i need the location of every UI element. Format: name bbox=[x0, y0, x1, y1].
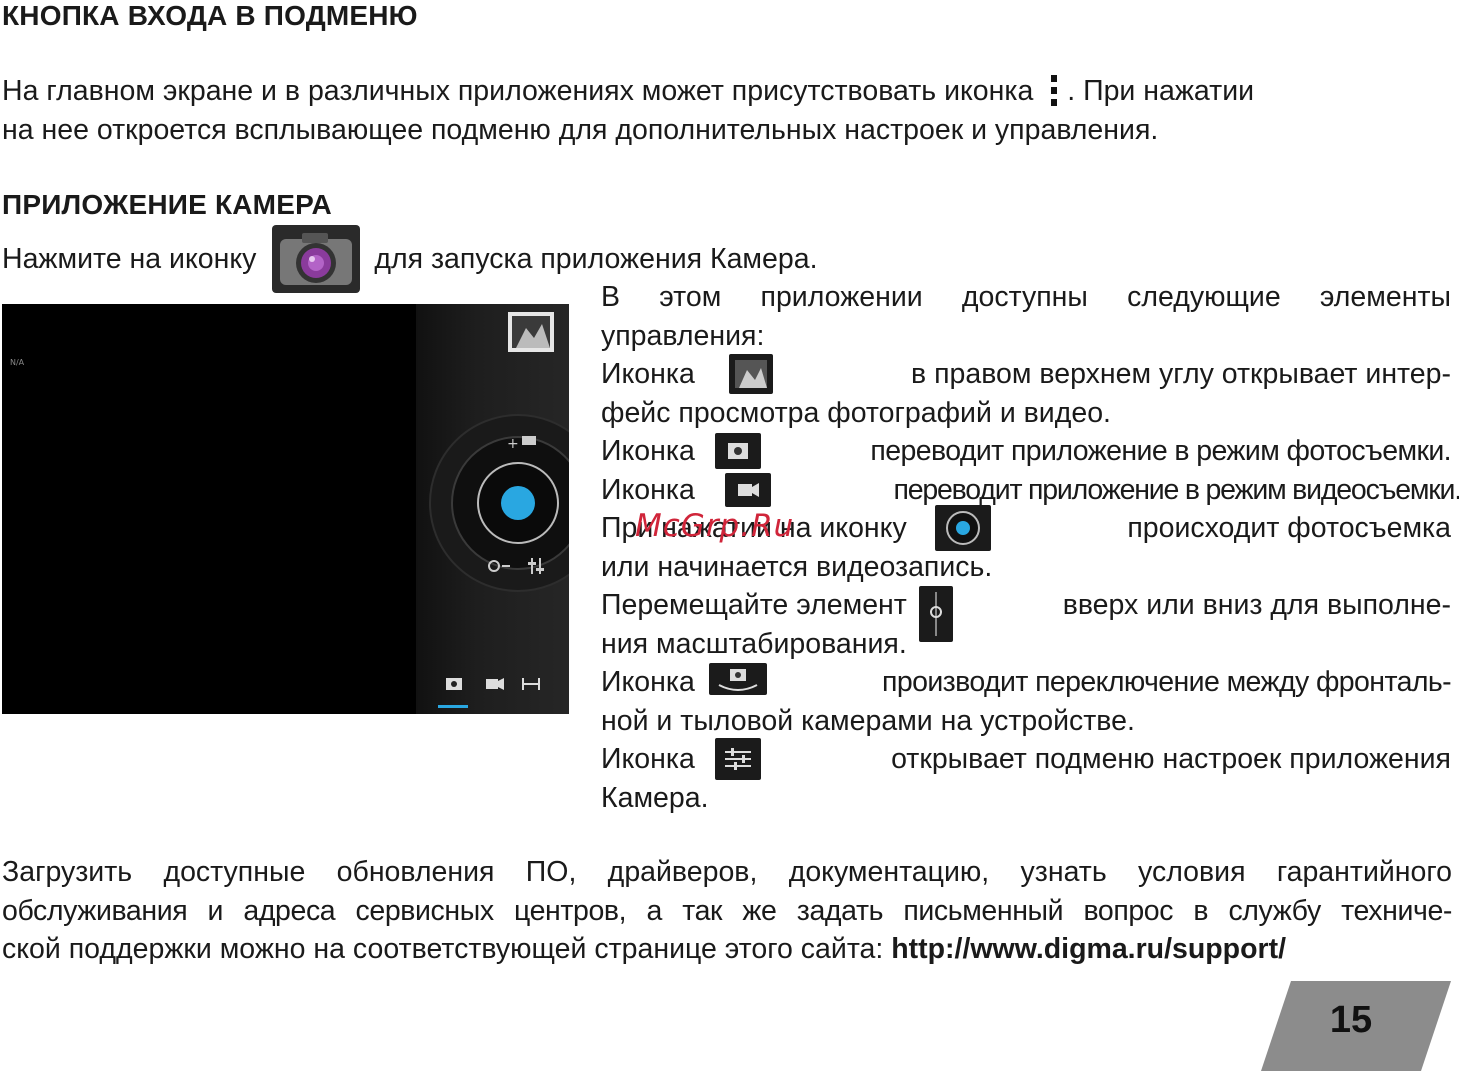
desc-l11b: производит переключение между фронталь- bbox=[882, 666, 1452, 698]
desc-l3a: Иконка bbox=[601, 358, 695, 390]
desc-l13a: Иконка bbox=[601, 743, 695, 775]
desc-line-4: фейс просмотра фотографий и видео. bbox=[601, 396, 1111, 429]
photo-mode-icon[interactable] bbox=[446, 678, 462, 690]
support-line-1: Загрузить доступные обновления ПО, драйв… bbox=[2, 856, 1452, 888]
camera-app-icon bbox=[272, 225, 361, 293]
panorama-mode-icon[interactable] bbox=[522, 678, 540, 690]
desc-l3b: в правом верхнем углу открывает интер- bbox=[911, 358, 1451, 390]
desc-zoom-row: Перемещайте элемент вверх или вниз для в… bbox=[601, 586, 1451, 643]
page-number-tab: 15 bbox=[1261, 981, 1451, 1071]
submenu-heading: КНОПКА ВХОДА В ПОДМЕНЮ bbox=[2, 0, 418, 31]
desc-line-1: В этом приложении доступны следующие эле… bbox=[601, 281, 1451, 313]
gallery-icon[interactable] bbox=[508, 312, 554, 352]
svg-text:+: + bbox=[507, 436, 519, 452]
watermark: McGrp.Ru bbox=[635, 508, 795, 544]
submenu-text-a: На главном экране и в различных приложен… bbox=[2, 75, 1034, 107]
shutter-icon bbox=[934, 505, 991, 552]
zoom-slider-icon bbox=[918, 586, 953, 643]
desc-l7b: происходит фотосъемка bbox=[1127, 512, 1451, 544]
submenu-paragraph: На главном экране и в различных приложен… bbox=[2, 72, 1452, 149]
desc-line-12: ной и тыловой камерами на устройстве. bbox=[601, 704, 1135, 737]
video-mode-icon bbox=[724, 472, 771, 507]
desc-l5a: Иконка bbox=[601, 435, 695, 467]
desc-video-row: Иконка переводит приложение в режим виде… bbox=[601, 471, 1459, 510]
desc-line-14: Камера. bbox=[601, 781, 709, 814]
desc-l9a: Перемещайте элемент bbox=[601, 589, 907, 621]
camera-screenshot: N/A + bbox=[2, 304, 569, 714]
support-line-3-text: ской поддержки можно на соответствующей … bbox=[2, 933, 892, 965]
desc-line-10: ния масштабирования. bbox=[601, 627, 907, 660]
desc-photo-row: Иконка переводит приложение в режим фото… bbox=[601, 432, 1452, 471]
desc-shutter-row: При нажатии на иконку происходит фотосъе… bbox=[601, 505, 1451, 552]
support-paragraph: Загрузить доступные обновления ПО, драйв… bbox=[2, 853, 1452, 969]
support-line-3: ской поддержки можно на соответствующей … bbox=[2, 930, 1452, 969]
camera-heading: ПРИЛОЖЕНИЕ КАМЕРА bbox=[2, 189, 332, 220]
photo-mode-icon bbox=[714, 433, 761, 470]
switch-camera-icon bbox=[708, 663, 767, 696]
desc-switch-row: Иконка производит переключение между фро… bbox=[601, 663, 1452, 702]
desc-l5b: переводит приложение в режим фотосъемки. bbox=[870, 435, 1451, 467]
support-link[interactable]: http://www.digma.ru/support/ bbox=[891, 933, 1286, 965]
desc-line-2: управления: bbox=[601, 319, 765, 352]
launch-text-b: для запуска приложения Камера. bbox=[374, 242, 818, 275]
submenu-text-b: . При нажатии bbox=[1067, 75, 1255, 107]
camera-controls-description: В этом приложении доступны следующие эле… bbox=[601, 278, 1459, 817]
desc-settings-row: Иконка открывает подменю настроек прилож… bbox=[601, 738, 1451, 781]
desc-l6a: Иконка bbox=[601, 473, 695, 506]
desc-l13b: открывает подменю настроек приложения bbox=[891, 743, 1451, 775]
settings-sliders-icon bbox=[714, 738, 761, 781]
submenu-line2: на нее откроется всплывающее подменю для… bbox=[2, 113, 1159, 146]
launch-text-a: Нажмите на иконку bbox=[2, 242, 257, 275]
desc-l11a: Иконка bbox=[601, 666, 695, 698]
desc-l6b: переводит приложение в режим видеосъемки… bbox=[893, 473, 1459, 506]
page-number: 15 bbox=[1329, 999, 1373, 1041]
desc-l9b: вверх или вниз для выполне- bbox=[1062, 589, 1451, 621]
gallery-icon bbox=[728, 354, 773, 395]
video-mode-icon[interactable] bbox=[486, 678, 504, 690]
support-line-2: обслуживания и адреса сервисных центров,… bbox=[2, 894, 1452, 927]
desc-gallery-row: Иконка в правом верхнем углу открывает и… bbox=[601, 354, 1451, 395]
menu-dots-icon bbox=[1049, 75, 1059, 109]
